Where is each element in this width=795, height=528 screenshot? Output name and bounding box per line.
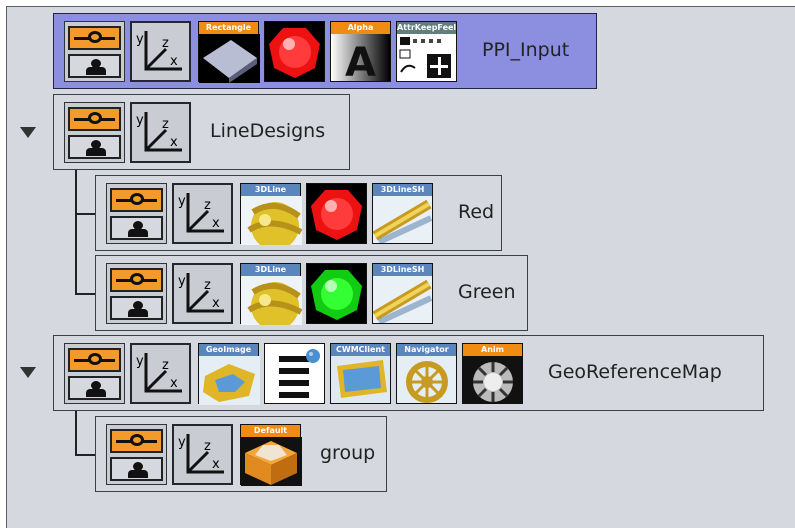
transformation-axes-icon[interactable]: y z x [130, 102, 191, 163]
svg-text:A: A [345, 40, 376, 81]
tree-connector-line [75, 411, 77, 455]
svg-text:z: z [204, 198, 211, 213]
layers-icon[interactable] [264, 343, 325, 404]
svg-text:y: y [178, 435, 186, 450]
transformation-axes-icon[interactable]: y z x [172, 183, 233, 244]
tree-connector-line [75, 454, 95, 456]
group-container-icon[interactable] [64, 343, 125, 404]
tree-connector-line [75, 293, 95, 295]
group-container-icon[interactable] [64, 102, 125, 163]
svg-text:x: x [170, 135, 178, 150]
svg-text:x: x [170, 376, 178, 391]
tree-node-ppi-input[interactable]: y z x Rectangle Alpha A AttrKeepFeel PPI… [53, 13, 597, 89]
geoimage-icon[interactable]: GeoImage [198, 343, 260, 405]
svg-text:y: y [178, 194, 186, 209]
svg-text:z: z [204, 439, 211, 454]
scene-tree: y z x Rectangle Alpha A AttrKeepFeel PPI… [6, 6, 795, 528]
node-label[interactable]: Red [458, 201, 494, 223]
3dline-geometry-icon[interactable]: 3DLine [240, 263, 302, 325]
tree-node-linedesigns[interactable]: y z x LineDesigns [53, 94, 350, 170]
transformation-axes-icon[interactable]: y z x [130, 21, 191, 82]
group-container-icon[interactable] [106, 424, 167, 485]
tree-node-green[interactable]: y z x 3DLine 3DLineSH Green [95, 255, 528, 331]
transformation-axes-icon[interactable]: y z x [130, 343, 191, 404]
group-container-icon[interactable] [64, 21, 125, 82]
tree-node-red[interactable]: y z x 3DLine 3DLineSH Red [95, 175, 502, 251]
node-label[interactable]: GeoReferenceMap [548, 361, 722, 383]
alpha-icon[interactable]: Alpha A [330, 21, 391, 82]
svg-text:x: x [212, 296, 220, 311]
animation-icon[interactable]: Anim [462, 343, 523, 404]
transformation-axes-icon[interactable]: y z x [172, 263, 233, 324]
group-container-icon[interactable] [106, 263, 167, 324]
svg-text:y: y [136, 354, 144, 369]
svg-text:z: z [204, 278, 211, 293]
rectangle-geometry-icon[interactable]: Rectangle [198, 21, 260, 83]
expand-arrow-icon[interactable] [20, 127, 36, 138]
3dline-shadow-icon[interactable]: 3DLineSH [372, 263, 433, 324]
node-label[interactable]: PPI_Input [482, 39, 569, 61]
tree-node-georeferencemap[interactable]: y z x GeoImage CWMClient Navigator Anim … [53, 335, 764, 411]
svg-text:y: y [178, 274, 186, 289]
attribute-keep-icon[interactable]: AttrKeepFeel [396, 21, 457, 82]
default-geometry-icon[interactable]: Default [240, 424, 302, 486]
svg-text:z: z [162, 36, 169, 51]
tree-connector-line [75, 170, 77, 294]
navigator-icon[interactable]: Navigator [396, 343, 457, 404]
svg-text:y: y [136, 113, 144, 128]
group-container-icon[interactable] [106, 183, 167, 244]
svg-text:y: y [136, 32, 144, 47]
tree-node-group[interactable]: y z x Default group [95, 416, 387, 492]
svg-text:x: x [212, 457, 220, 472]
3dline-geometry-icon[interactable]: 3DLine [240, 183, 302, 245]
svg-text:z: z [162, 117, 169, 132]
node-label[interactable]: Green [458, 281, 516, 303]
material-red-icon[interactable] [264, 21, 325, 82]
cwmclient-icon[interactable]: CWMClient [330, 343, 391, 404]
material-red-icon[interactable] [306, 183, 367, 244]
material-green-icon[interactable] [306, 263, 367, 324]
svg-text:x: x [212, 216, 220, 231]
transformation-axes-icon[interactable]: y z x [172, 424, 233, 485]
3dline-shadow-icon[interactable]: 3DLineSH [372, 183, 433, 244]
node-label[interactable]: LineDesigns [210, 120, 325, 142]
node-label[interactable]: group [320, 442, 375, 464]
svg-text:z: z [162, 358, 169, 373]
expand-arrow-icon[interactable] [20, 367, 36, 378]
tree-connector-line [75, 213, 95, 215]
svg-text:x: x [170, 54, 178, 69]
